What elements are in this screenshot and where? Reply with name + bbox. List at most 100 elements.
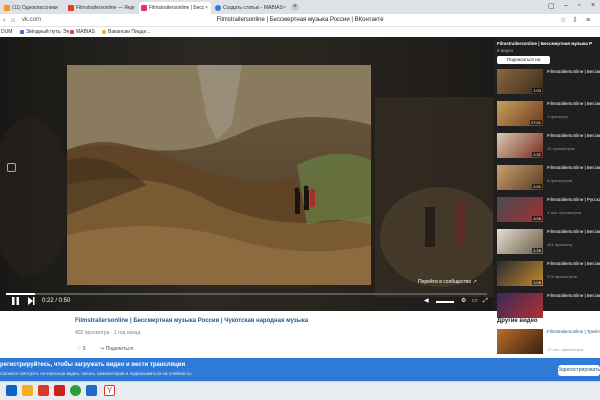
bookmark-item[interactable]: Вакансии Пицце...: [102, 28, 150, 36]
bookmark-item[interactable]: Звёздный путь: Эн...: [20, 28, 74, 36]
video-thumbnail: 1:32: [497, 133, 543, 158]
video-duration: 1:26: [532, 248, 542, 253]
minimize-icon[interactable]: –: [564, 2, 568, 9]
tab-label: Filmstrailersonline — Янд: [76, 5, 134, 11]
video-duration: 1:32: [532, 152, 542, 157]
playlist-item-meta: 4 тыс. просмотров: [547, 210, 582, 215]
maximize-icon[interactable]: ▫: [578, 2, 580, 9]
video-thumbnail: 1:26: [497, 229, 543, 254]
playlist-item-title: Filmstrailersonline | Бессмертная музыка: [547, 101, 600, 106]
subscribe-playlist-button[interactable]: Подписаться на плейлист: [497, 56, 550, 70]
playlist-title[interactable]: Filmstrailersonline | Бессмертная музыка…: [497, 41, 600, 47]
new-tab-button[interactable]: +: [291, 3, 299, 11]
bookmarks-bar: DUM Звёздный путь: Эн... MABIAS Вакансии…: [0, 27, 600, 37]
other-video-item[interactable]: Filmstrailersonline | Трейлеры и фильмы …: [497, 329, 600, 357]
start-icon[interactable]: [6, 385, 17, 396]
video-thumbnail: 1:03: [497, 69, 543, 94]
like-count: 5: [82, 346, 86, 352]
banner-heading: регистрируйтесь, чтобы загружать видео и…: [0, 362, 186, 368]
share-label: Поделиться: [105, 346, 134, 352]
close-icon[interactable]: ×: [132, 2, 135, 14]
fullscreen-icon[interactable]: ⤢: [483, 297, 488, 306]
close-icon[interactable]: ×: [283, 2, 286, 14]
bookmark-item[interactable]: DUM: [0, 28, 12, 36]
chrome-icon[interactable]: [70, 385, 81, 396]
volume-icon[interactable]: ◀: [424, 297, 429, 306]
video-thumbnail: [497, 329, 543, 354]
video-duration: 1:03: [532, 88, 542, 93]
tab-label: (11) Одноклассники: [12, 5, 58, 11]
video-thumbnail: 3:08: [497, 197, 543, 222]
word-icon[interactable]: [86, 385, 97, 396]
window-close-icon[interactable]: ×: [591, 2, 595, 9]
explorer-icon[interactable]: [22, 385, 33, 396]
tab-bar: (11) Одноклассники Filmstrailersonline —…: [0, 0, 600, 14]
tab-label: Создать статью - MABIAS: [223, 5, 283, 11]
bookmark-icon: [102, 30, 106, 34]
register-button[interactable]: Зарегистрироваться: [558, 365, 600, 376]
playlist-item[interactable]: Filmstrailersonline | Бессмертная музыка: [497, 293, 600, 321]
playlist-item-meta: 10 просмотров: [547, 146, 575, 151]
share-button[interactable]: ↪ Поделиться: [100, 346, 133, 352]
tab-vk-active[interactable]: Filmstrailersonline | Бесс ×: [139, 2, 211, 14]
tab-mabias[interactable]: Создать статью - MABIAS ×: [213, 2, 289, 14]
tab-odnoklassniki[interactable]: (11) Одноклассники: [2, 2, 66, 14]
playlist-item[interactable]: 1:08 Filmstrailersonline | Бессмертная му…: [497, 261, 600, 289]
video-thumbnail: 1:01: [497, 165, 543, 190]
tab-label: Filmstrailersonline | Бесс: [149, 5, 205, 11]
video-landscape: [67, 65, 371, 285]
playlist-count: 8 видео: [497, 48, 514, 53]
tab-favicon-icon: [141, 5, 147, 11]
like-button[interactable]: ♡ 5: [77, 346, 86, 352]
playlist-item[interactable]: 1:01 Filmstrailersonline | Бессмертная му…: [497, 165, 600, 193]
pause-icon[interactable]: [12, 297, 19, 305]
fullscreen-side-icon[interactable]: [7, 163, 16, 172]
video-frame[interactable]: [67, 65, 371, 285]
video-title: Filmstrailersonline | Бессмертная музыка…: [75, 318, 309, 324]
playlist-item-meta: 401 просмотр: [547, 242, 573, 247]
playlist-item[interactable]: 3:08 Filmstrailersonline | Русская драма …: [497, 197, 600, 225]
pip-icon[interactable]: ▭: [472, 297, 478, 306]
bookmark-label: Вакансии Пицце...: [108, 29, 151, 35]
pdf-icon[interactable]: [54, 385, 65, 396]
bookmark-star-icon[interactable]: ☆: [560, 16, 566, 25]
progress-fill: [6, 293, 35, 295]
bookmark-icon: [70, 30, 74, 34]
playlist-item[interactable]: 27:01 Filmstrailersonline | Бессмертная м…: [497, 101, 600, 129]
playlist-item-meta: 8 просмотров: [547, 178, 573, 183]
playlist-item[interactable]: 1:03 Filmstrailersonline | Бессмертная му…: [497, 69, 600, 97]
video-duration: 27:01: [529, 120, 542, 125]
playlist-item[interactable]: 1:32 Filmstrailersonline | Бессмертная му…: [497, 133, 600, 161]
other-video-meta: 17 тыс. просмотров: [547, 347, 584, 352]
progress-bar[interactable]: [6, 293, 487, 295]
settings-icon[interactable]: ⚙: [461, 297, 466, 306]
downloads-icon[interactable]: ⇩: [572, 16, 578, 25]
ok-icon: [4, 5, 10, 11]
video-duration: 3:08: [532, 216, 542, 221]
playlist-item-title: Filmstrailersonline | Бессмертная музыка: [547, 293, 600, 298]
playlist-item-title: Filmstrailersonline | Русская драма прот…: [547, 197, 600, 202]
address-bar: ‹ ⌂ vk.com Filmstrailersonline | Бессмер…: [0, 14, 600, 27]
time-display: 0:22 / 0:50: [42, 298, 71, 304]
close-icon[interactable]: ×: [205, 2, 208, 14]
bookmark-item[interactable]: MABIAS: [70, 28, 95, 36]
other-video-title: Filmstrailersonline | Трейлеры и фильмы: [547, 329, 600, 334]
app-icon[interactable]: [38, 385, 49, 396]
menu-icon[interactable]: ≡: [586, 16, 590, 25]
yandex-browser-icon[interactable]: Y: [104, 385, 115, 396]
playlist-item-title: Filmstrailersonline | Бессмертная музыка: [547, 133, 600, 138]
next-icon[interactable]: [28, 297, 35, 305]
playlist-item-title: Filmstrailersonline | Бессмертная музыка: [547, 69, 600, 74]
community-link[interactable]: Перейти в сообщество ↗: [418, 279, 477, 285]
bookmark-icon: [20, 30, 24, 34]
tab-yandex[interactable]: Filmstrailersonline — Янд ×: [66, 2, 138, 14]
playlist-item-title: Filmstrailersonline | Бессмертная музыка: [547, 261, 600, 266]
bookmark-tab-icon[interactable]: ▢: [548, 2, 555, 10]
playlist-item-meta: 375 просмотров: [547, 274, 577, 279]
video-thumbnail: 1:08: [497, 261, 543, 286]
playlist-item-meta: 1 просмотр: [547, 114, 568, 119]
playlist-item[interactable]: 1:26 Filmstrailersonline | Бессмертная му…: [497, 229, 600, 257]
video-thumbnail: 27:01: [497, 101, 543, 126]
edge-icon: [215, 5, 221, 11]
volume-slider[interactable]: [436, 301, 454, 303]
